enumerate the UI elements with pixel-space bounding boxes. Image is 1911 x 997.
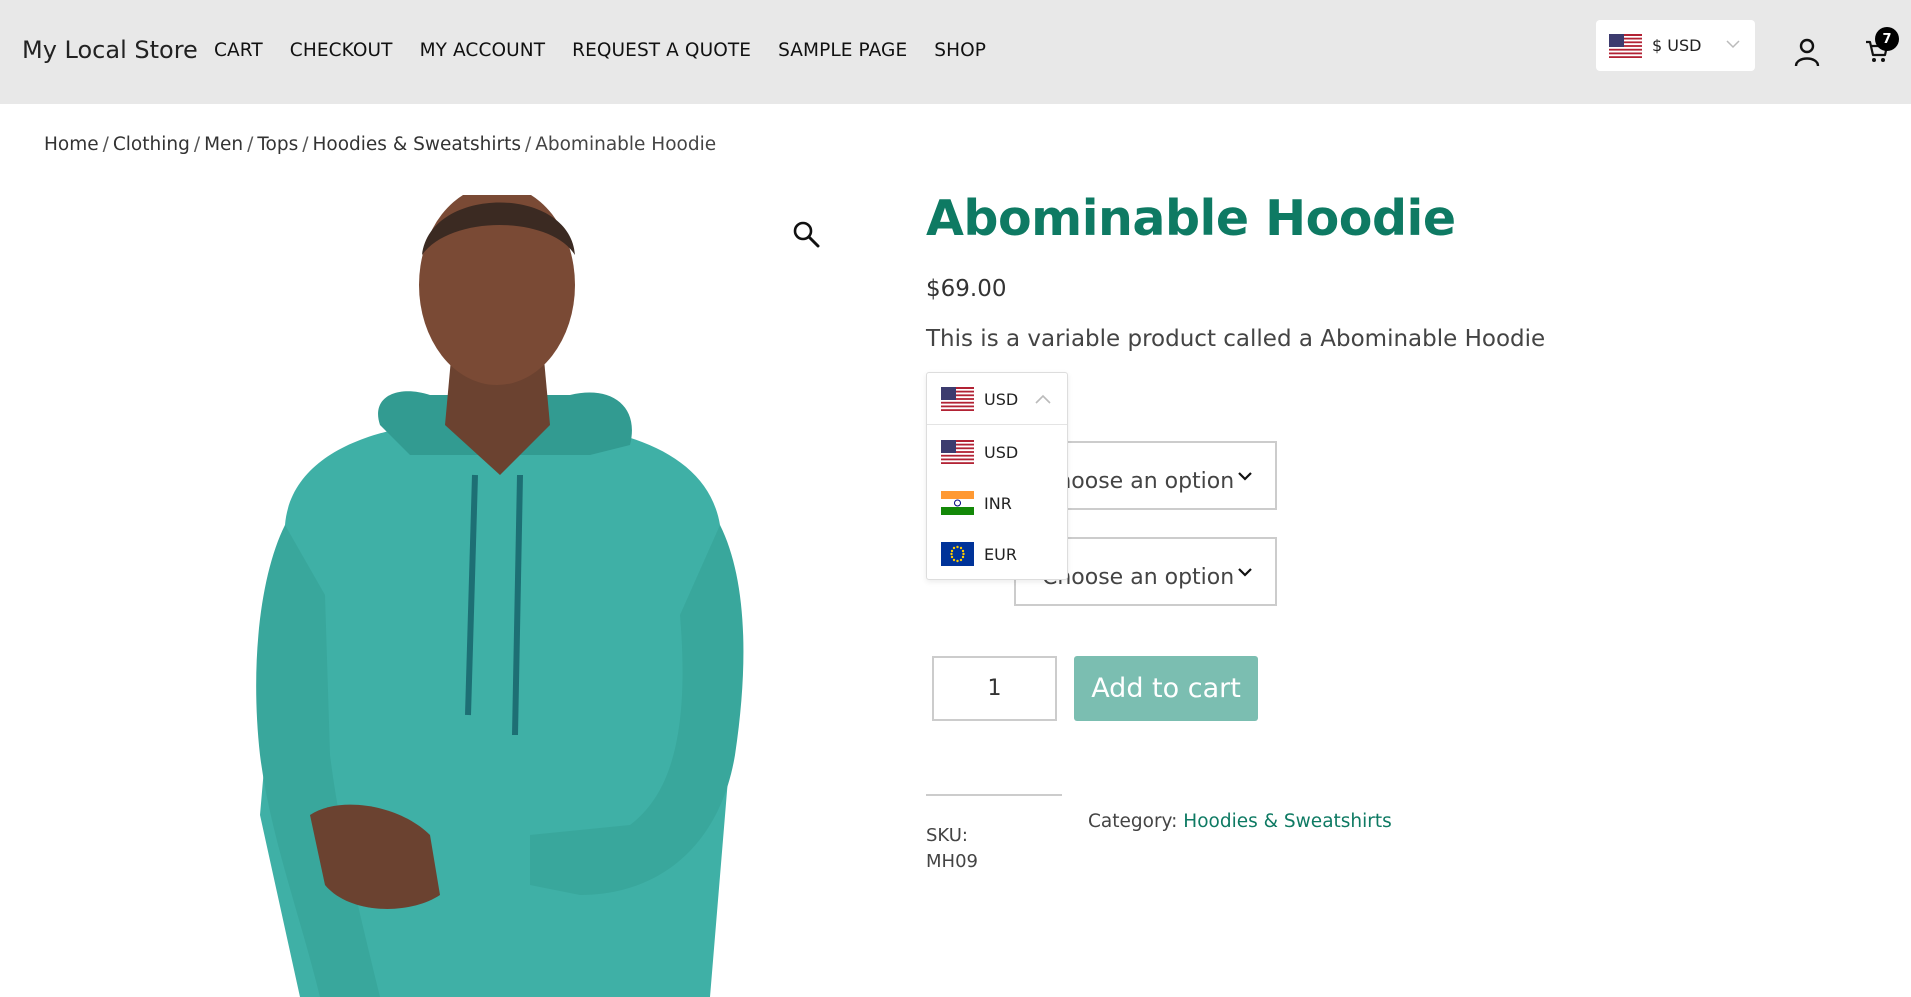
chevron-down-icon	[1726, 40, 1740, 49]
currency-dropdown-current[interactable]: USD	[927, 373, 1067, 425]
product-price: $69.00	[926, 276, 1007, 302]
currency-switcher[interactable]: $ USD	[1596, 20, 1755, 71]
breadcrumb-home[interactable]: Home	[44, 134, 99, 155]
category-link[interactable]: Hoodies & Sweatshirts	[1183, 811, 1392, 832]
currency-option-eur[interactable]: EUR	[927, 531, 1067, 577]
breadcrumb-clothing[interactable]: Clothing	[113, 134, 190, 155]
product-image[interactable]	[230, 195, 770, 997]
nav-cart[interactable]: CART	[214, 40, 263, 61]
product-description: This is a variable product called a Abom…	[926, 326, 1546, 352]
currency-dropdown: USD USD INR EUR	[926, 372, 1068, 580]
breadcrumb-tops[interactable]: Tops	[257, 134, 298, 155]
site-title[interactable]: My Local Store	[22, 36, 198, 64]
cart-count-badge: 7	[1875, 27, 1899, 51]
zoom-icon[interactable]	[792, 220, 820, 248]
nav-checkout[interactable]: CHECKOUT	[290, 40, 393, 61]
product-title: Abominable Hoodie	[926, 190, 1456, 247]
breadcrumb-current: Abominable Hoodie	[535, 134, 717, 155]
category-label: Category:	[1088, 811, 1178, 832]
chevron-down-icon	[1238, 472, 1252, 481]
eu-flag-icon	[941, 542, 974, 566]
nav-sample-page[interactable]: SAMPLE PAGE	[778, 40, 907, 61]
currency-option-label: INR	[984, 494, 1012, 513]
currency-option-inr[interactable]: INR	[927, 480, 1067, 526]
site-header: My Local Store CART CHECKOUT MY ACCOUNT …	[0, 0, 1911, 104]
us-flag-icon	[941, 440, 974, 464]
chevron-down-icon	[1238, 568, 1252, 577]
chevron-up-icon	[1035, 394, 1051, 404]
variation-select-2-label: Choose an option	[1042, 565, 1235, 590]
us-flag-icon	[941, 387, 974, 411]
nav-shop[interactable]: SHOP	[934, 40, 986, 61]
main-nav: CART CHECKOUT MY ACCOUNT REQUEST A QUOTE…	[214, 40, 986, 61]
product-category: Category: Hoodies & Sweatshirts	[1088, 811, 1392, 832]
breadcrumb: Home / Clothing / Men / Tops / Hoodies & Sweatsh…	[44, 134, 717, 155]
currency-option-label: USD	[984, 443, 1019, 462]
india-flag-icon	[941, 491, 974, 515]
currency-option-label: EUR	[984, 545, 1017, 564]
currency-current-code: USD	[984, 390, 1019, 409]
currency-option-usd[interactable]: USD	[927, 429, 1067, 475]
nav-my-account[interactable]: MY ACCOUNT	[420, 40, 546, 61]
breadcrumb-hoodies[interactable]: Hoodies & Sweatshirts	[312, 134, 521, 155]
meta-divider	[926, 794, 1062, 796]
us-flag-icon	[1609, 33, 1642, 58]
breadcrumb-men[interactable]: Men	[204, 134, 243, 155]
user-icon[interactable]	[1794, 37, 1820, 67]
quantity-input[interactable]: 1	[932, 656, 1057, 721]
sku-value: MH09	[926, 851, 978, 872]
sku-label: SKU:	[926, 825, 968, 846]
variation-select-1-label: Choose an option	[1042, 469, 1235, 494]
currency-switcher-label: $ USD	[1652, 36, 1702, 55]
nav-request-a-quote[interactable]: REQUEST A QUOTE	[572, 40, 751, 61]
add-to-cart-button[interactable]: Add to cart	[1074, 656, 1258, 721]
